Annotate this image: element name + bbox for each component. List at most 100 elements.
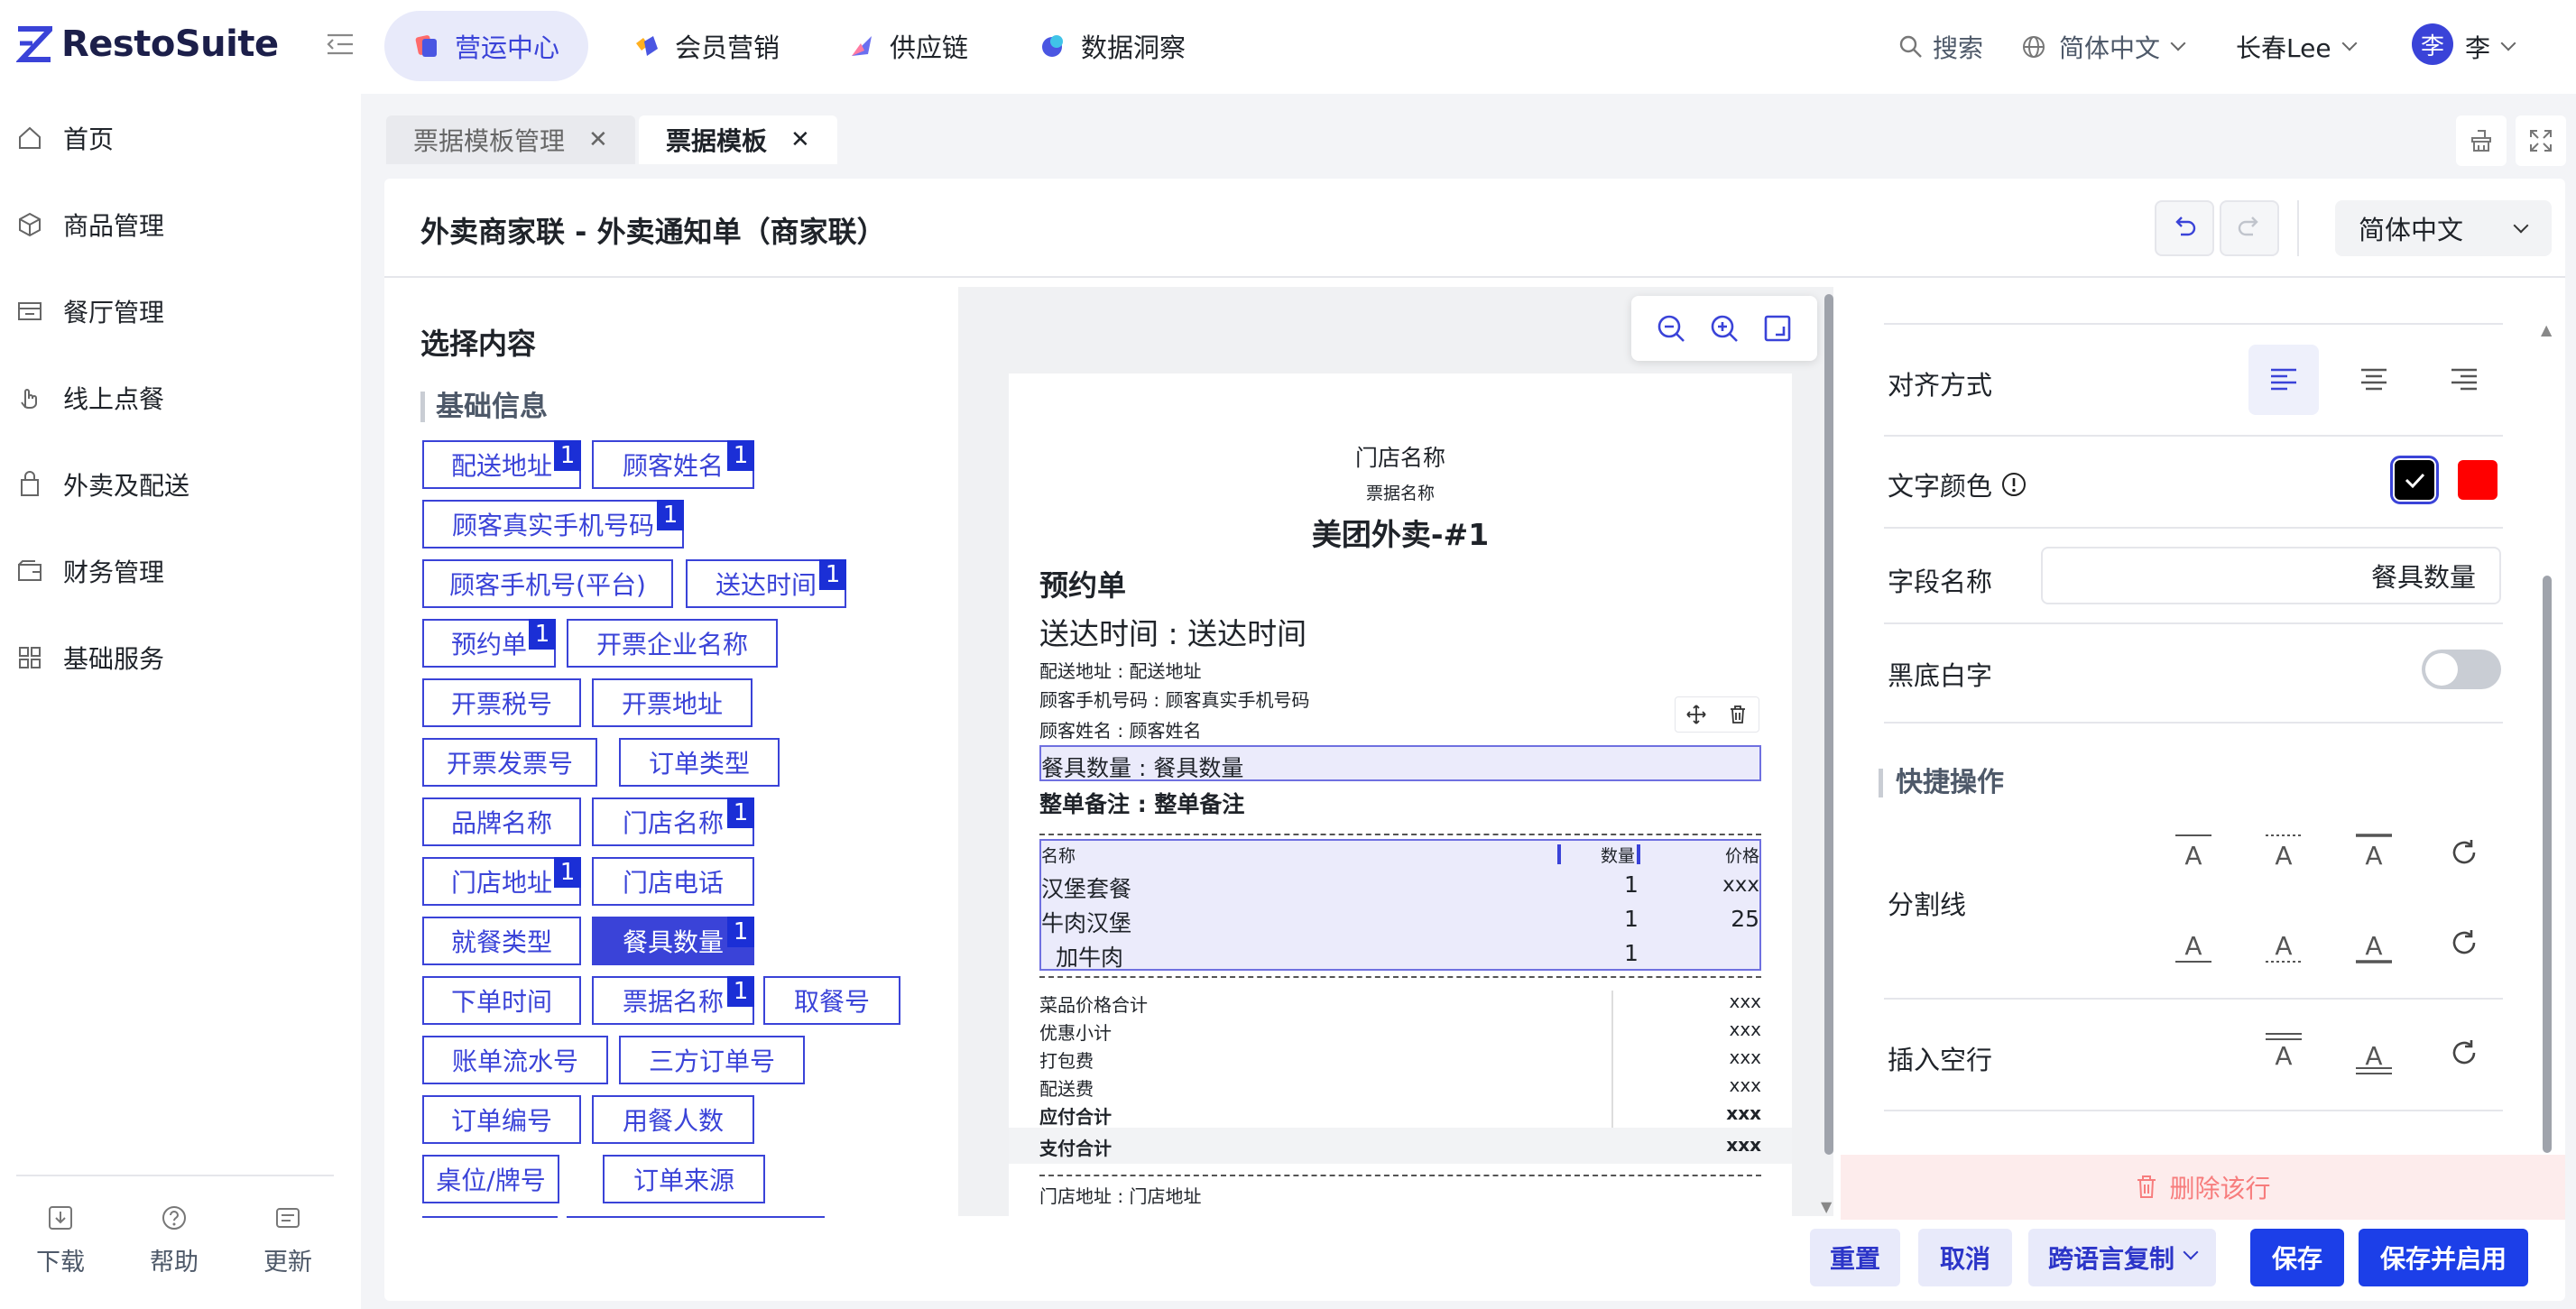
sidebar-item-basic[interactable]: 基础服务: [16, 635, 164, 680]
divider-bottom-thick-button[interactable]: A: [2342, 911, 2405, 974]
total-value[interactable]: xxx: [1696, 1046, 1761, 1068]
template-language-select[interactable]: 简体中文: [2335, 200, 2552, 256]
total-value[interactable]: xxx: [1696, 1102, 1761, 1124]
field-name-input[interactable]: 餐具数量: [2041, 547, 2501, 604]
divider-top-thick-button[interactable]: A: [2342, 821, 2405, 884]
field-chip[interactable]: 门店名称 1: [592, 797, 754, 846]
total-label[interactable]: 支付合计: [1039, 1134, 1112, 1160]
align-left-button[interactable]: [2248, 345, 2319, 415]
help-button[interactable]: 帮助: [125, 1204, 224, 1277]
color-swatch-black[interactable]: [2390, 456, 2439, 504]
reset-button[interactable]: [2433, 821, 2496, 884]
receipt-platform[interactable]: 美团外卖-#1: [1009, 511, 1792, 554]
color-swatch-red[interactable]: [2458, 460, 2498, 500]
update-button[interactable]: 更新: [238, 1204, 337, 1277]
align-center-button[interactable]: [2339, 345, 2409, 415]
field-chip[interactable]: 顾客姓名 1: [592, 440, 754, 489]
total-label[interactable]: 优惠小计: [1039, 1019, 1112, 1045]
field-chip[interactable]: 用餐人数: [592, 1095, 754, 1144]
total-label[interactable]: 打包费: [1039, 1046, 1094, 1073]
divider-top-solid-button[interactable]: A: [2162, 821, 2225, 884]
column-resize-handle[interactable]: [1637, 844, 1640, 864]
nav-tab-data[interactable]: 数据洞察: [1011, 11, 1214, 81]
avatar[interactable]: 李: [2412, 23, 2453, 65]
reset-button[interactable]: [2433, 1021, 2496, 1084]
sidebar-item-delivery[interactable]: 外卖及配送: [16, 462, 189, 507]
field-chip[interactable]: 取餐号: [763, 976, 900, 1025]
scroll-up-arrow-icon[interactable]: ▲: [2541, 321, 2552, 338]
field-chip[interactable]: 桌位/牌号: [422, 1155, 559, 1203]
props-scrollbar-thumb[interactable]: [2543, 576, 2552, 1153]
column-resize-handle[interactable]: [1557, 844, 1561, 864]
field-chip[interactable]: 品牌名称: [422, 797, 581, 846]
field-chip[interactable]: 三方订单号: [619, 1036, 805, 1084]
move-icon[interactable]: [1686, 705, 1706, 724]
sidebar-item-home[interactable]: 首页: [16, 115, 114, 161]
field-chip[interactable]: 配送地址 1: [422, 440, 581, 489]
sidebar-item-products[interactable]: 商品管理: [16, 202, 164, 247]
receipt-customer[interactable]: 顾客姓名 : 顾客姓名: [1039, 716, 1201, 742]
field-chip[interactable]: 票据名称 1: [592, 976, 754, 1025]
reset-button[interactable]: 重置: [1810, 1229, 1900, 1286]
collapse-menu-icon[interactable]: [327, 32, 354, 56]
user-menu[interactable]: 李: [2465, 27, 2516, 67]
field-chip[interactable]: 就餐类型: [422, 917, 581, 965]
total-label[interactable]: 菜品价格合计: [1039, 991, 1148, 1017]
invert-toggle[interactable]: [2422, 650, 2501, 689]
sidebar-item-online-order[interactable]: 线上点餐: [16, 375, 164, 420]
selected-row[interactable]: 餐具数量 : 餐具数量: [1039, 745, 1761, 781]
page-tab-template-management[interactable]: 票据模板管理 ✕: [386, 115, 635, 164]
align-right-button[interactable]: [2429, 345, 2499, 415]
field-chip[interactable]: 订单来源: [603, 1155, 765, 1203]
nav-tab-operations[interactable]: 营运中心: [384, 11, 589, 81]
fullscreen-button[interactable]: [2516, 115, 2566, 166]
zoom-in-icon[interactable]: [1708, 312, 1740, 345]
divider-bottom-solid-button[interactable]: A: [2162, 911, 2225, 974]
field-chip[interactable]: 顾客真实手机号码 1: [422, 500, 684, 548]
total-value[interactable]: xxx: [1696, 1134, 1761, 1156]
sidebar-item-finance[interactable]: 财务管理: [16, 548, 164, 594]
receipt-phone[interactable]: 顾客手机号码 : 顾客真实手机号码: [1039, 686, 1309, 712]
trash-icon[interactable]: [1728, 705, 1748, 724]
zoom-out-icon[interactable]: [1655, 312, 1687, 345]
total-value[interactable]: xxx: [1696, 991, 1761, 1012]
receipt-store-address[interactable]: 门店地址 : 门店地址: [1039, 1182, 1201, 1208]
field-chip[interactable]: 开票企业名称: [567, 619, 778, 668]
download-button[interactable]: 下载: [11, 1204, 110, 1277]
receipt-delivery-time[interactable]: 送达时间 : 送达时间: [1039, 610, 1306, 653]
undo-button[interactable]: [2155, 200, 2214, 256]
field-chip[interactable]: 开票地址: [592, 678, 752, 727]
save-enable-button[interactable]: 保存并启用: [2359, 1229, 2528, 1286]
info-icon[interactable]: [2001, 472, 2027, 497]
receipt-address[interactable]: 配送地址 : 配送地址: [1039, 657, 1201, 683]
copy-language-button[interactable]: 跨语言复制: [2028, 1229, 2216, 1286]
nav-tab-supply[interactable]: 供应链: [819, 11, 997, 81]
reset-button[interactable]: [2433, 911, 2496, 974]
field-chip[interactable]: 订单编号: [422, 1095, 581, 1144]
clear-cache-button[interactable]: [2456, 115, 2507, 166]
field-chip[interactable]: 顾客手机号(平台): [422, 559, 673, 608]
total-label[interactable]: 配送费: [1039, 1074, 1094, 1101]
field-chip[interactable]: 门店电话: [592, 857, 754, 906]
save-button[interactable]: 保存: [2250, 1229, 2344, 1286]
field-chip[interactable]: 预约单 1: [422, 619, 556, 668]
field-chip[interactable]: 下单时间: [422, 976, 581, 1025]
divider-top-dashed-button[interactable]: A: [2252, 821, 2315, 884]
field-chip[interactable]: 餐具数量 1: [592, 917, 754, 965]
field-chip[interactable]: 开票税号: [422, 678, 581, 727]
nav-tab-member[interactable]: 会员营销: [605, 11, 808, 81]
redo-button[interactable]: [2220, 200, 2279, 256]
close-icon[interactable]: ✕: [790, 126, 810, 153]
close-icon[interactable]: ✕: [588, 126, 608, 153]
logo[interactable]: RestoSuite: [16, 23, 279, 65]
search-button[interactable]: 搜索: [1898, 27, 1983, 67]
page-tab-template[interactable]: 票据模板 ✕: [639, 115, 837, 164]
fit-screen-icon[interactable]: [1761, 312, 1794, 345]
field-chip[interactable]: 订单类型: [619, 738, 780, 787]
field-chip[interactable]: 送达时间 1: [686, 559, 846, 608]
blank-row-below-button[interactable]: A: [2342, 1021, 2405, 1084]
items-table[interactable]: 名称 数量 价格 汉堡套餐 1 xxx 牛肉汉堡 1 25 加牛肉 1: [1039, 839, 1761, 971]
delete-row-button[interactable]: 删除该行: [1841, 1155, 2565, 1220]
language-switch[interactable]: 简体中文: [2021, 27, 2186, 67]
total-value[interactable]: xxx: [1696, 1074, 1761, 1096]
